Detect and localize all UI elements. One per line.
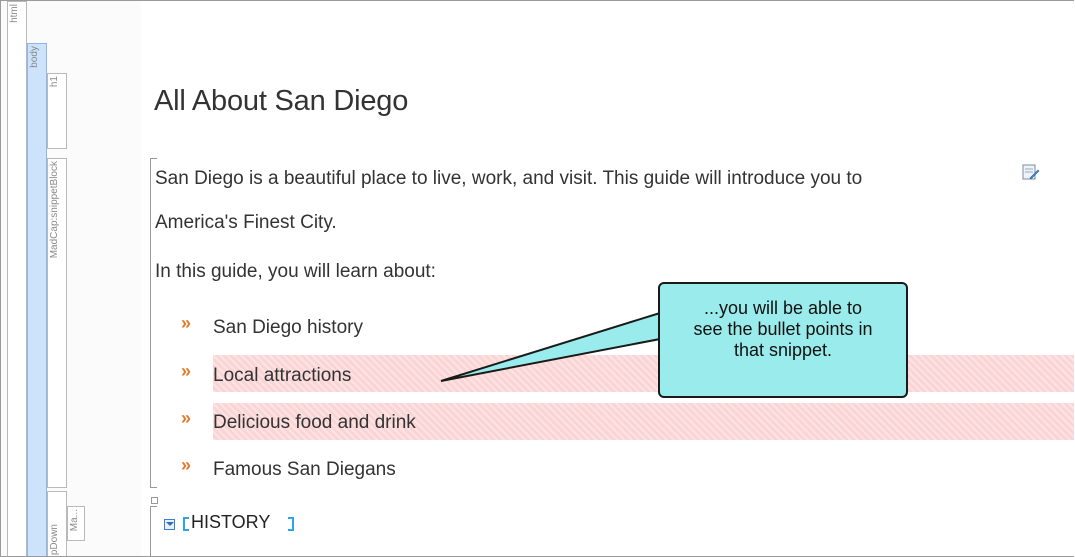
structure-bar-body[interactable]: body — [27, 43, 47, 556]
callout-line-3: that snippet. — [733, 340, 833, 360]
structure-bar: html body h1 MadCap:snippetBlock pDown M… — [1, 1, 141, 556]
structure-bar-html[interactable]: html — [7, 1, 27, 556]
structure-label-h1: h1 — [49, 76, 60, 88]
structure-label-html: html — [9, 4, 20, 23]
structure-label-dropdown: pDown — [49, 523, 60, 555]
callout-pointer — [440, 311, 661, 382]
callout-line-2: see the bullet points in — [693, 319, 873, 339]
structure-label-snippet-block: MadCap:snippetBlock — [49, 161, 60, 259]
structure-bar-madcap[interactable]: Ma... — [67, 506, 85, 541]
structure-bar-h1[interactable]: h1 — [47, 73, 67, 149]
structure-label-body: body — [29, 46, 40, 68]
editor-frame: html body h1 MadCap:snippetBlock pDown M… — [0, 0, 1074, 557]
document-area[interactable]: All About San Diego San Diego is a beaut… — [141, 1, 1074, 556]
callout-line-1: ...you will be able to — [703, 298, 863, 318]
structure-bar-snippet-block[interactable]: MadCap:snippetBlock — [47, 158, 67, 488]
callout-box: ...you will be able to see the bullet po… — [658, 282, 908, 398]
structure-bar-dropdown[interactable]: pDown — [47, 491, 67, 556]
structure-label-madcap: Ma... — [69, 509, 80, 532]
